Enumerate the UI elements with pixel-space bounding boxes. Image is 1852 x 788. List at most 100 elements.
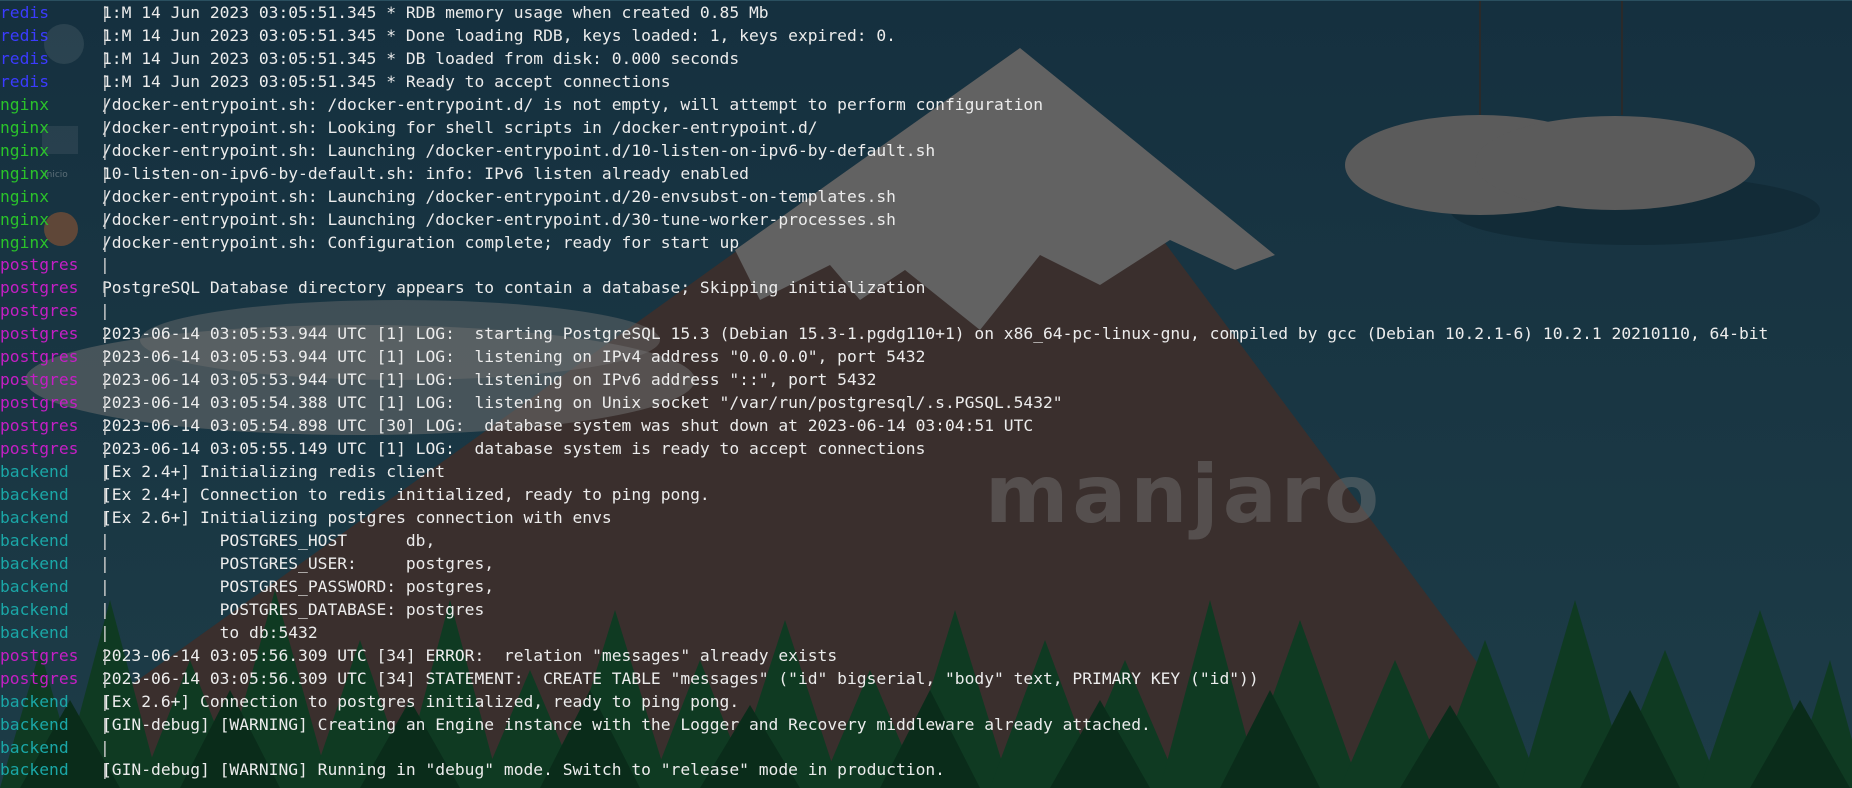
log-message: 1:M 14 Jun 2023 03:05:51.345 * Ready to …: [102, 71, 671, 91]
service-prefix: backend |: [0, 691, 110, 714]
log-line: nginx | 10-listen-on-ipv6-by-default.sh: i…: [0, 163, 1852, 186]
log-message: [GIN-debug] [WARNING] Running in "debug"…: [102, 760, 945, 780]
service-name: backend: [0, 530, 69, 550]
service-name: backend: [0, 576, 69, 596]
log-message: 2023-06-14 03:05:56.309 UTC [34] STATEME…: [102, 668, 1259, 688]
log-line: postgres | 2023-06-14 03:05:56.309 UTC [34…: [0, 645, 1852, 668]
log-message: /docker-entrypoint.sh: Launching /docker…: [102, 140, 936, 160]
log-line: redis | 1:M 14 Jun 2023 03:05:51.345 * Don…: [0, 25, 1852, 48]
log-message: PostgreSQL Database directory appears to…: [102, 278, 926, 298]
service-name: redis: [0, 3, 50, 22]
service-name: postgres: [0, 439, 79, 459]
service-prefix: postgres |: [0, 277, 110, 300]
service-name: nginx: [0, 209, 50, 229]
log-line: backend | [Ex 2.4+] Initializing redis cli…: [0, 461, 1852, 484]
log-line: backend |: [0, 737, 1852, 760]
column-separator: |: [100, 691, 110, 711]
log-line: postgres | PostgreSQL Database directory a…: [0, 277, 1852, 300]
log-message: /docker-entrypoint.sh: Launching /docker…: [102, 209, 896, 229]
column-separator: |: [100, 163, 110, 183]
log-message: to db:5432: [102, 622, 318, 642]
service-prefix: nginx |: [0, 186, 110, 209]
service-prefix: nginx |: [0, 94, 110, 117]
column-separator: |: [100, 25, 110, 45]
service-name: postgres: [0, 416, 79, 436]
column-separator: |: [100, 576, 110, 596]
service-prefix: redis |: [0, 2, 110, 25]
service-name: nginx: [0, 163, 50, 183]
column-separator: |: [100, 622, 110, 642]
service-prefix: nginx |: [0, 117, 110, 140]
service-name: backend: [0, 737, 69, 757]
log-message: POSTGRES_DATABASE: postgres: [102, 599, 485, 619]
log-line: postgres | 2023-06-14 03:05:54.388 UTC [1]…: [0, 392, 1852, 415]
log-line: backend | POSTGRES_PASSWORD: postgres,: [0, 576, 1852, 599]
log-line: backend | to db:5432: [0, 622, 1852, 645]
service-name: backend: [0, 599, 69, 619]
column-separator: |: [100, 599, 110, 619]
service-name: backend: [0, 714, 69, 734]
column-separator: |: [100, 117, 110, 137]
service-prefix: postgres |: [0, 346, 110, 369]
service-name: nginx: [0, 140, 50, 160]
column-separator: |: [100, 462, 110, 482]
column-separator: |: [100, 737, 110, 757]
column-separator: |: [100, 71, 110, 91]
service-prefix: redis |: [0, 71, 110, 94]
terminal-output[interactable]: redis | 1:M 14 Jun 2023 03:05:51.345 * RDB…: [0, 2, 1852, 782]
column-separator: |: [100, 439, 110, 459]
service-prefix: postgres |: [0, 323, 110, 346]
service-prefix: postgres |: [0, 254, 110, 277]
column-separator: |: [100, 485, 110, 505]
service-prefix: nginx |: [0, 163, 110, 186]
service-prefix: postgres |: [0, 392, 110, 415]
log-line: nginx |/docker-entrypoint.sh: Launching /…: [0, 186, 1852, 209]
service-prefix: backend |: [0, 599, 110, 622]
service-name: backend: [0, 553, 69, 573]
column-separator: |: [100, 393, 110, 413]
log-line: redis | 1:M 14 Jun 2023 03:05:51.345 * DB …: [0, 48, 1852, 71]
column-separator: |: [100, 278, 110, 298]
service-name: redis: [0, 71, 50, 91]
log-line: postgres | 2023-06-14 03:05:53.944 UTC [1]…: [0, 346, 1852, 369]
log-message: [Ex 2.4+] Initializing redis client: [102, 462, 446, 482]
service-prefix: backend |: [0, 622, 110, 645]
service-prefix: backend |: [0, 461, 110, 484]
service-prefix: postgres |: [0, 415, 110, 438]
service-name: backend: [0, 622, 69, 642]
log-line: postgres |: [0, 300, 1852, 323]
column-separator: |: [100, 48, 110, 68]
service-prefix: postgres |: [0, 645, 110, 668]
log-line: postgres | 2023-06-14 03:05:53.944 UTC [1]…: [0, 369, 1852, 392]
service-name: nginx: [0, 186, 50, 206]
service-prefix: nginx |: [0, 140, 110, 163]
column-separator: |: [100, 530, 110, 550]
column-separator: |: [100, 416, 110, 436]
service-prefix: backend |: [0, 714, 110, 737]
column-separator: |: [100, 301, 110, 321]
service-prefix: backend |: [0, 507, 110, 530]
column-separator: |: [100, 714, 110, 734]
log-line: postgres |: [0, 254, 1852, 277]
log-message: [Ex 2.6+] Initializing postgres connecti…: [102, 507, 612, 527]
column-separator: |: [100, 209, 110, 229]
column-separator: |: [100, 140, 110, 160]
log-line: backend | [Ex 2.4+] Connection to redis in…: [0, 484, 1852, 507]
service-name: postgres: [0, 301, 79, 321]
column-separator: |: [100, 347, 110, 367]
log-line: nginx |/docker-entrypoint.sh: Launching /…: [0, 209, 1852, 232]
log-message: [Ex 2.4+] Connection to redis initialize…: [102, 485, 710, 505]
service-prefix: backend |: [0, 484, 110, 507]
log-line: backend | [Ex 2.6+] Initializing postgres …: [0, 507, 1852, 530]
column-separator: |: [100, 186, 110, 206]
log-line: redis | 1:M 14 Jun 2023 03:05:51.345 * Rea…: [0, 71, 1852, 94]
log-line: postgres | 2023-06-14 03:05:53.944 UTC [1]…: [0, 323, 1852, 346]
log-line: redis | 1:M 14 Jun 2023 03:05:51.345 * RDB…: [0, 2, 1852, 25]
service-name: backend: [0, 760, 69, 780]
log-line: backend | [GIN-debug] [WARNING] Creating a…: [0, 714, 1852, 737]
log-line: nginx |/docker-entrypoint.sh: Configurati…: [0, 232, 1852, 255]
log-message: [GIN-debug] [WARNING] Creating an Engine…: [102, 714, 1151, 734]
log-message: /docker-entrypoint.sh: Launching /docker…: [102, 186, 896, 206]
service-name: postgres: [0, 668, 79, 688]
log-message: 1:M 14 Jun 2023 03:05:51.345 * DB loaded…: [102, 48, 740, 68]
